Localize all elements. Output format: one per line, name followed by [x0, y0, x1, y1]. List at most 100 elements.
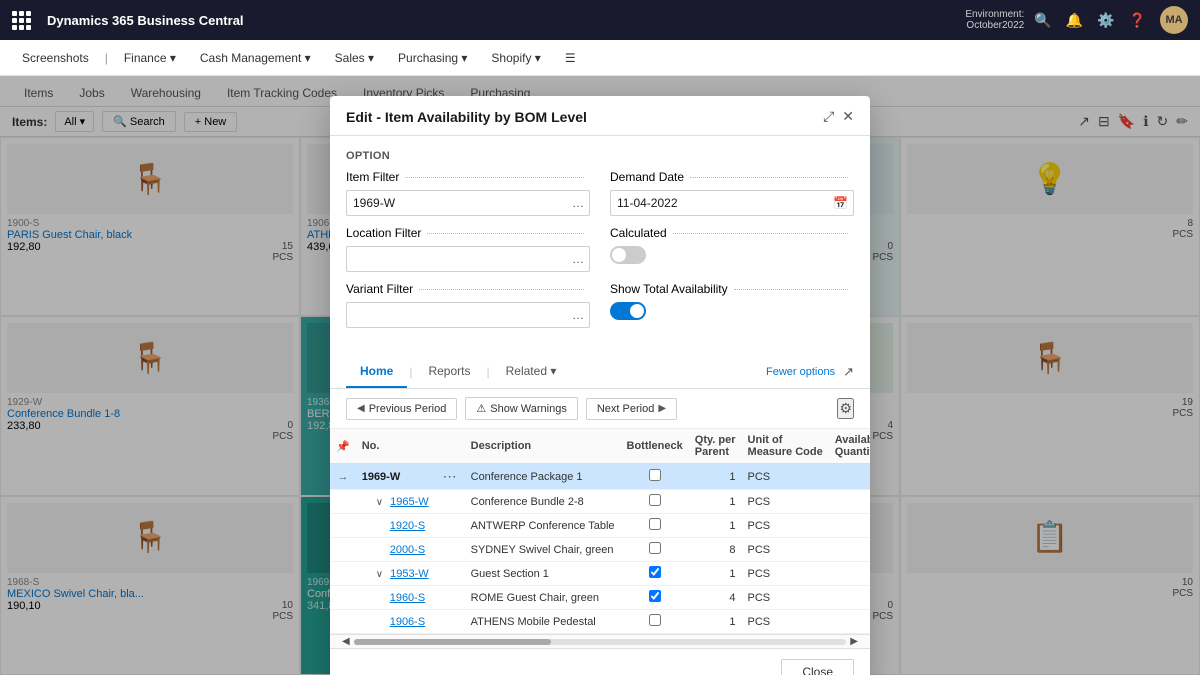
bottleneck-checkbox[interactable] — [649, 542, 661, 554]
sales-nav[interactable]: Sales ▾ — [325, 40, 384, 76]
settings-icon[interactable]: ⚙️ — [1097, 12, 1114, 29]
calculated-toggle[interactable] — [610, 246, 646, 264]
row-no-cell: 1920-S — [356, 514, 435, 538]
row-dots-cell — [435, 610, 465, 634]
modal-body: Option Item Filter … — [330, 136, 870, 356]
prev-period-btn[interactable]: ◀ Previous Period — [346, 398, 457, 420]
item-no[interactable]: 1920-S — [390, 520, 425, 532]
location-filter-dots-btn[interactable]: … — [568, 252, 588, 266]
more-nav[interactable]: ☰ — [555, 40, 586, 76]
item-filter-dots-btn[interactable]: … — [568, 196, 588, 210]
bom-table-wrap: 📌 No. Description Bottleneck Qty. perPar… — [330, 429, 870, 634]
shopify-nav[interactable]: Shopify ▾ — [481, 40, 550, 76]
bell-icon[interactable]: 🔔 — [1066, 12, 1083, 29]
modal-tabs: Home | Reports | Related ▾ Fewer options… — [330, 356, 870, 389]
variant-filter-dots-btn[interactable]: … — [568, 308, 588, 322]
demand-date-row: Demand Date 📅 — [610, 170, 854, 216]
table-row: 1920-S ANTWERP Conference Table 1 PCS 1 … — [330, 514, 870, 538]
row-uom-cell: PCS — [742, 538, 829, 562]
finance-nav[interactable]: Finance ▾ — [114, 40, 186, 76]
row-desc-cell: Conference Package 1 — [465, 464, 621, 490]
avatar[interactable]: MA — [1160, 6, 1188, 34]
row-no-cell: ∨ 1965-W — [356, 490, 435, 514]
nav-icons: 🔍 🔔 ⚙️ ❓ MA — [1034, 6, 1188, 34]
demand-date-calendar-btn[interactable]: 📅 — [829, 196, 852, 210]
row-bottleneck-cell — [621, 464, 689, 490]
scroll-track[interactable] — [354, 639, 847, 645]
period-nav: ◀ Previous Period ⚠ Show Warnings Next P… — [330, 389, 870, 429]
row-qty-cell: 4 — [689, 586, 742, 610]
item-no[interactable]: 2000-S — [390, 544, 425, 556]
show-total-label: Show Total Availability — [610, 282, 728, 296]
item-no[interactable]: 1906-S — [390, 616, 425, 628]
calculated-label: Calculated — [610, 226, 667, 240]
row-qty-cell: 8 — [689, 538, 742, 562]
th-dots — [435, 429, 465, 464]
help-icon[interactable]: ❓ — [1129, 12, 1146, 29]
row-desc-cell: SYDNEY Swivel Chair, green — [465, 538, 621, 562]
close-modal-btn[interactable]: ✕ — [842, 108, 854, 125]
row-menu-btn[interactable]: ⋯ — [441, 468, 459, 485]
bottleneck-checkbox[interactable] — [649, 518, 661, 530]
item-no[interactable]: 1965-W — [390, 496, 429, 508]
row-desc-cell: Conference Bundle 2-8 — [465, 490, 621, 514]
variant-filter-input[interactable] — [346, 302, 590, 328]
item-filter-input[interactable] — [346, 190, 590, 216]
app-title: Dynamics 365 Business Central — [47, 13, 955, 28]
row-arrow-cell: → — [330, 464, 356, 490]
row-dots-cell — [435, 586, 465, 610]
item-no[interactable]: 1960-S — [390, 592, 425, 604]
row-desc-cell: ROME Guest Chair, green — [465, 586, 621, 610]
show-warnings-btn[interactable]: ⚠ Show Warnings — [465, 397, 578, 420]
search-nav-icon[interactable]: 🔍 — [1034, 12, 1051, 29]
scroll-thumb — [354, 639, 551, 645]
row-avail-cell — [829, 464, 870, 490]
row-bottleneck-cell — [621, 514, 689, 538]
period-settings-icon[interactable]: ⚙ — [837, 398, 854, 419]
purchasing-nav[interactable]: Purchasing ▾ — [388, 40, 477, 76]
tab-home[interactable]: Home — [346, 356, 407, 388]
demand-date-input[interactable] — [610, 190, 854, 216]
location-filter-label: Location Filter — [346, 226, 421, 240]
location-filter-row: Location Filter … — [346, 226, 590, 272]
bottleneck-checkbox[interactable] — [649, 566, 661, 578]
app-grid-icon[interactable] — [12, 11, 31, 30]
row-bottleneck-cell — [621, 490, 689, 514]
bottleneck-checkbox[interactable] — [649, 494, 661, 506]
show-total-toggle[interactable] — [610, 302, 646, 320]
row-arrow-cell — [330, 586, 356, 610]
row-avail-cell: 2 — [829, 586, 870, 610]
tab-reports[interactable]: Reports — [414, 356, 484, 388]
row-bottleneck-cell — [621, 610, 689, 634]
next-period-btn[interactable]: Next Period ▶ — [586, 398, 677, 420]
row-arrow-cell — [330, 562, 356, 586]
bottleneck-checkbox[interactable] — [649, 469, 661, 481]
row-dots-cell — [435, 538, 465, 562]
row-uom-cell: PCS — [742, 514, 829, 538]
location-filter-input[interactable] — [346, 246, 590, 272]
fewer-options-btn[interactable]: Fewer options — [766, 358, 835, 386]
row-uom-cell: PCS — [742, 464, 829, 490]
row-arrow-cell — [330, 610, 356, 634]
tab-related[interactable]: Related ▾ — [492, 356, 571, 388]
row-arrow-cell — [330, 514, 356, 538]
row-no-cell: 2000-S — [356, 538, 435, 562]
row-uom-cell: PCS — [742, 562, 829, 586]
item-no[interactable]: 1953-W — [390, 568, 429, 580]
bottleneck-checkbox[interactable] — [649, 614, 661, 626]
screenshots-nav[interactable]: Screenshots — [12, 40, 99, 76]
refresh-options-icon[interactable]: ↗ — [843, 364, 854, 380]
row-no-cell: ∨ 1953-W — [356, 562, 435, 586]
option-section: Option Item Filter … — [346, 150, 854, 328]
scroll-left-arrow[interactable]: ◀ — [338, 636, 354, 647]
expand-modal-btn[interactable]: ⤢ — [823, 108, 834, 125]
row-avail-cell: 11 — [829, 562, 870, 586]
scroll-right-arrow[interactable]: ▶ — [846, 636, 862, 647]
close-button[interactable]: Close — [781, 659, 854, 675]
row-avail-cell: 15 — [829, 610, 870, 634]
bom-modal: Edit - Item Availability by BOM Level ⤢ … — [330, 96, 870, 675]
bottleneck-checkbox[interactable] — [649, 590, 661, 602]
row-uom-cell: PCS — [742, 610, 829, 634]
calculated-row: Calculated — [610, 226, 854, 272]
cash-nav[interactable]: Cash Management ▾ — [190, 40, 321, 76]
